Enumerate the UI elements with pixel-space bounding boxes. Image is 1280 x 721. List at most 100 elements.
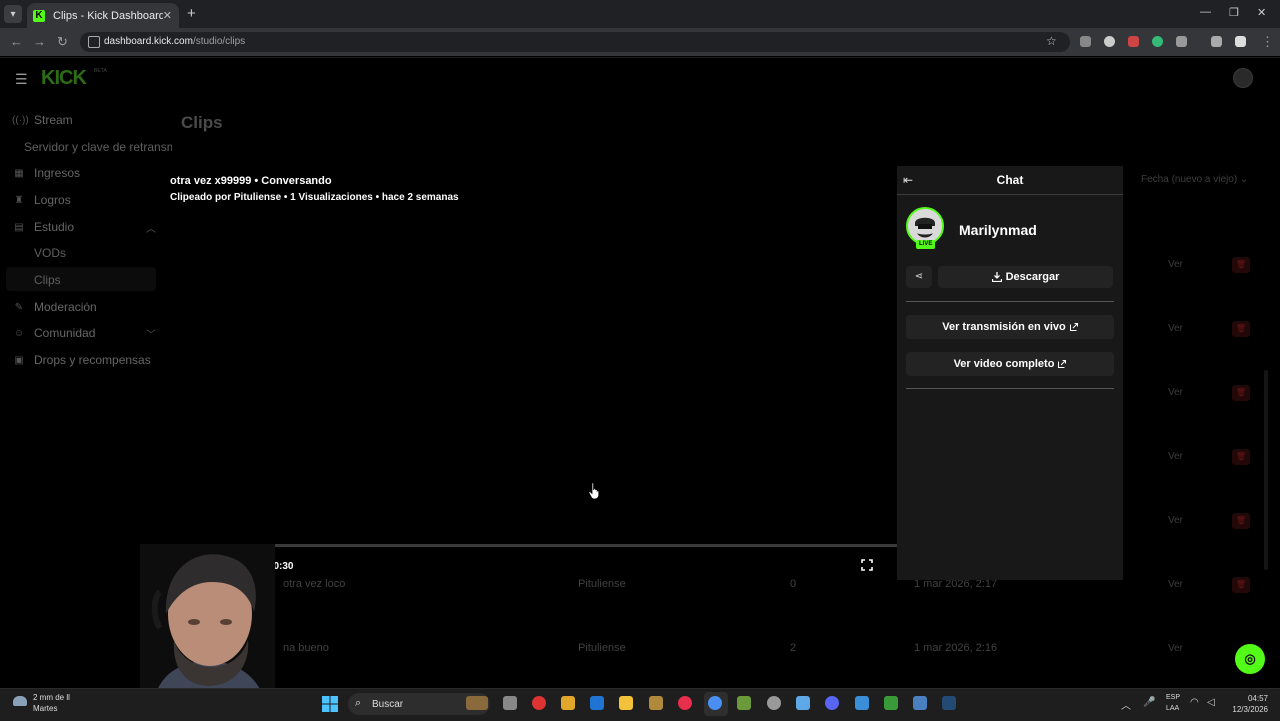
bookmark-star-icon[interactable]: ☆ [1046, 34, 1057, 48]
app-icon[interactable] [913, 696, 927, 710]
sidebar-item-label: Stream [34, 113, 73, 127]
support-chat-icon[interactable]: ◎ [1235, 644, 1265, 674]
weather-day[interactable]: Martes [33, 704, 57, 713]
clip-video-player[interactable] [157, 166, 897, 578]
close-window-icon[interactable]: ✕ [1257, 6, 1266, 19]
sidebar-item-community[interactable]: ☺ Comunidad [12, 326, 95, 340]
tab-title: Clips - Kick Dashboard [53, 9, 163, 22]
clock-time[interactable]: 04:57 [1238, 694, 1268, 703]
new-tab-icon[interactable]: + [187, 5, 196, 22]
view-clip-button[interactable]: Ver [1168, 643, 1183, 654]
minimize-icon[interactable]: — [1200, 6, 1211, 18]
live-badge: LIVE [916, 240, 936, 249]
back-icon[interactable]: ← [10, 34, 23, 49]
kick-logo[interactable]: KICK [41, 67, 87, 90]
tab-search-icon[interactable]: ▾ [4, 5, 22, 23]
delete-clip-icon[interactable]: 🗑 [1232, 321, 1250, 337]
discord-icon[interactable] [825, 696, 839, 710]
microphone-icon[interactable]: 🎤 [1143, 697, 1155, 708]
notepad-icon[interactable] [796, 696, 810, 710]
full-video-label: Ver video completo [953, 358, 1055, 370]
extension-icon[interactable] [1152, 36, 1163, 47]
chevron-up-icon[interactable]: ︿ [146, 220, 156, 235]
page-scrollbar[interactable] [1264, 370, 1268, 570]
clip-title[interactable]: otra vez loco [283, 578, 345, 590]
steam-icon[interactable] [942, 696, 956, 710]
browser-menu-icon[interactable]: ⋮ [1261, 34, 1274, 50]
clock-date[interactable]: 12/3/2026 [1226, 705, 1268, 714]
sidebar-item-moderation[interactable]: ✎ Moderación [12, 300, 97, 314]
volume-icon[interactable]: ◁ [1207, 697, 1215, 708]
app-icon[interactable] [532, 696, 546, 710]
sidebar-item-stream[interactable]: ((·)) Stream [12, 113, 73, 127]
file-explorer-icon[interactable] [619, 696, 633, 710]
media-player-icon[interactable] [678, 696, 692, 710]
reload-icon[interactable]: ↻ [57, 34, 68, 50]
delete-clip-icon[interactable]: 🗑 [1232, 257, 1250, 273]
sidebar-item-label: Drops y recompensas [34, 353, 151, 367]
user-avatar[interactable] [1233, 68, 1253, 88]
puzzle-icon[interactable] [1176, 36, 1187, 47]
watch-live-label: Ver transmisión en vivo [942, 321, 1066, 333]
profile-icon[interactable] [1235, 36, 1246, 47]
app-icon[interactable] [649, 696, 663, 710]
clip-title[interactable]: na bueno [283, 642, 329, 654]
sidebar-item-vods[interactable]: VODs [34, 246, 66, 260]
sidebar-item-drops[interactable]: ▣ Drops y recompensas [12, 353, 151, 367]
app-icon[interactable] [737, 696, 751, 710]
delete-clip-icon[interactable]: 🗑 [1232, 577, 1250, 593]
delete-clip-icon[interactable]: 🗑 [1232, 449, 1250, 465]
revenue-icon: ▦ [14, 167, 24, 179]
address-url[interactable]: dashboard.kick.com/studio/clips [104, 36, 245, 47]
sidebar-item-stream-key[interactable]: Servidor y clave de retransmisión [24, 140, 172, 154]
app-icon[interactable] [767, 696, 781, 710]
wifi-icon[interactable]: ◠ [1190, 697, 1199, 708]
keyboard-layout[interactable]: LAA [1166, 705, 1179, 712]
chrome-icon[interactable] [708, 696, 722, 710]
windows-start-icon[interactable] [322, 696, 338, 712]
chevron-down-icon: ⌄ [1239, 174, 1249, 185]
extension-icon[interactable] [1128, 36, 1139, 47]
sidebar-item-studio[interactable]: ▤ Estudio [12, 220, 74, 234]
sort-dropdown[interactable]: Fecha (nuevo a viejo) ⌄ [1141, 174, 1248, 185]
extension-icon[interactable] [1104, 36, 1115, 47]
weather-text[interactable]: 2 mm de ll [33, 693, 70, 702]
view-clip-button[interactable]: Ver [1168, 323, 1183, 334]
channel-name[interactable]: Marilynmad [959, 222, 1037, 238]
search-highlight-icon[interactable] [466, 696, 488, 710]
tray-chevron-up-icon[interactable]: ︿ [1121, 697, 1131, 712]
reading-list-icon[interactable] [1211, 36, 1222, 47]
view-clip-button[interactable]: Ver [1168, 387, 1183, 398]
view-clip-button[interactable]: Ver [1168, 579, 1183, 590]
view-clip-button[interactable]: Ver [1168, 259, 1183, 270]
sidebar-item-achievements[interactable]: ♜ Logros [12, 193, 71, 207]
browser-tab[interactable]: K Clips - Kick Dashboard ✕ [27, 3, 179, 28]
share-button[interactable]: ⋖ [906, 266, 932, 288]
site-info-icon[interactable] [88, 36, 100, 48]
weather-cloud-icon[interactable] [13, 696, 27, 706]
full-video-button[interactable]: Ver video completo [906, 352, 1114, 376]
forward-icon[interactable]: → [33, 34, 46, 49]
delete-clip-icon[interactable]: 🗑 [1232, 385, 1250, 401]
extension-icon[interactable] [1080, 36, 1091, 47]
language-code[interactable]: ESP [1166, 694, 1180, 701]
hamburger-menu-icon[interactable]: ☰ [15, 71, 28, 88]
view-clip-button[interactable]: Ver [1168, 451, 1183, 462]
mail-icon[interactable] [590, 696, 604, 710]
download-button[interactable]: Descargar [938, 266, 1113, 288]
store-icon[interactable] [561, 696, 575, 710]
delete-clip-icon[interactable]: 🗑 [1232, 513, 1250, 529]
sidebar-item-clips[interactable]: Clips [34, 273, 61, 287]
watch-live-button[interactable]: Ver transmisión en vivo [906, 315, 1114, 339]
app-icon[interactable] [884, 696, 898, 710]
tab-close-icon[interactable]: ✕ [163, 9, 172, 22]
chevron-down-icon[interactable]: ﹀ [146, 326, 156, 341]
sidebar-item-label: Moderación [34, 300, 97, 314]
task-view-icon[interactable] [503, 696, 517, 710]
fullscreen-icon[interactable] [861, 559, 873, 571]
view-clip-button[interactable]: Ver [1168, 515, 1183, 526]
sidebar-item-revenue[interactable]: ▦ Ingresos [12, 166, 80, 180]
photos-icon[interactable] [855, 696, 869, 710]
maximize-icon[interactable]: ❐ [1229, 6, 1239, 19]
panel-divider [906, 388, 1114, 389]
